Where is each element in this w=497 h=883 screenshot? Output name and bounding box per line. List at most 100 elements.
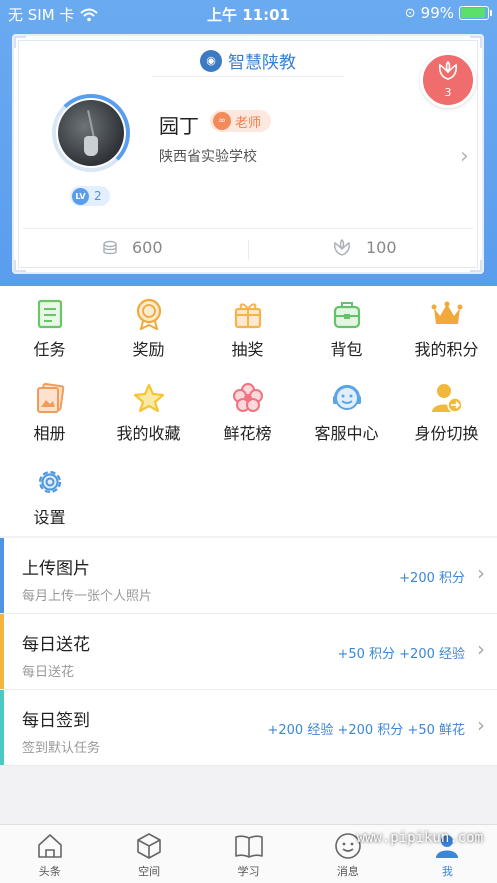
task-accent-bar xyxy=(0,614,4,689)
chevron-right-icon: › xyxy=(477,561,485,585)
tab-label: 头条 xyxy=(38,865,61,878)
task-list: 上传图片 每月上传一张个人照片 +200 积分 › 每日送花 每日送花 +50 … xyxy=(0,538,497,766)
gift-icon xyxy=(232,298,264,330)
grid-item-backpack[interactable]: 背包 xyxy=(297,286,396,366)
brand-divider xyxy=(152,76,344,77)
medal-icon xyxy=(133,298,165,330)
grid-item-reward[interactable]: 奖励 xyxy=(99,286,198,366)
task-reward: +50 积分 +200 经验 xyxy=(337,647,465,662)
corner-ornament xyxy=(470,36,482,48)
level-value: 2 xyxy=(94,189,102,203)
grid-item-switch-identity[interactable]: 身份切换 xyxy=(396,370,497,450)
grid-item-flower-rank[interactable]: 鲜花榜 xyxy=(198,370,297,450)
task-icon xyxy=(34,298,66,330)
book-icon xyxy=(234,831,264,861)
coins-stat[interactable]: 600 xyxy=(102,238,163,257)
crown-icon xyxy=(431,298,463,330)
coins-value: 600 xyxy=(132,238,163,257)
role-badge: ∞ 老师 xyxy=(210,110,272,132)
chevron-right-icon: › xyxy=(477,637,485,661)
grid-label: 我的收藏 xyxy=(116,424,181,443)
watermark: www.pipikun.com xyxy=(356,830,483,846)
task-description: 签到默认任务 xyxy=(22,741,101,756)
status-right: ⊙ 99% xyxy=(404,4,492,22)
grid-label: 客服中心 xyxy=(314,424,379,443)
status-bar: 无 SIM 卡 上午 11:01 ⊙ 99% xyxy=(0,0,497,28)
grid-item-support[interactable]: 客服中心 xyxy=(297,370,396,450)
stat-separator xyxy=(248,240,249,260)
tab-study[interactable]: 学习 xyxy=(199,825,298,883)
school-name: 陕西省实验学校 xyxy=(159,149,257,165)
battery-icon xyxy=(459,6,492,20)
flower-count: 3 xyxy=(444,86,452,99)
corner-ornament xyxy=(470,260,482,272)
grid-label: 抽奖 xyxy=(231,340,264,359)
task-reward: +200 积分 xyxy=(399,571,465,586)
battery-percent: 99% xyxy=(420,4,454,22)
role-label: 老师 xyxy=(235,115,262,131)
grid-label: 鲜花榜 xyxy=(223,424,272,443)
task-accent-bar xyxy=(0,538,4,613)
task-row-upload-photo[interactable]: 上传图片 每月上传一张个人照片 +200 积分 › xyxy=(0,538,497,614)
glasses-icon: ∞ xyxy=(213,112,231,130)
grid-item-points[interactable]: 我的积分 xyxy=(396,286,497,366)
corner-ornament xyxy=(14,36,26,48)
task-title: 上传图片 xyxy=(22,559,90,579)
task-accent-bar xyxy=(0,690,4,765)
album-icon xyxy=(34,382,66,414)
backpack-icon xyxy=(331,298,363,330)
corner-ornament xyxy=(14,260,26,272)
task-description: 每月上传一张个人照片 xyxy=(22,589,153,604)
tab-label: 空间 xyxy=(138,865,161,878)
flowers-value: 100 xyxy=(366,238,397,257)
brand-logo-icon: ◉ xyxy=(200,49,222,72)
tab-headlines[interactable]: 头条 xyxy=(0,825,99,883)
flower-badge[interactable]: 3 xyxy=(420,52,476,108)
task-row-daily-flower[interactable]: 每日送花 每日送花 +50 积分 +200 经验 › xyxy=(0,614,497,690)
user-name: 园丁 xyxy=(159,114,199,138)
coins-icon xyxy=(103,240,117,254)
flower-icon xyxy=(423,60,473,86)
level-badge: LV 2 xyxy=(70,186,110,206)
headset-icon xyxy=(331,382,363,414)
chevron-right-icon: › xyxy=(477,713,485,737)
grid-item-favorites[interactable]: 我的收藏 xyxy=(99,370,198,450)
switch-user-icon xyxy=(431,382,463,414)
chevron-right-icon[interactable]: › xyxy=(460,144,469,169)
brand-name: 智慧陕教 xyxy=(228,53,296,73)
task-reward: +200 经验 +200 积分 +50 鲜花 xyxy=(267,723,465,738)
tab-label: 消息 xyxy=(336,865,359,878)
orientation-lock-icon: ⊙ xyxy=(404,5,416,21)
task-row-daily-checkin[interactable]: 每日签到 签到默认任务 +200 经验 +200 积分 +50 鲜花 › xyxy=(0,690,497,766)
grid-item-album[interactable]: 相册 xyxy=(0,370,99,450)
task-description: 每日送花 xyxy=(22,665,75,680)
cube-icon xyxy=(134,831,164,861)
tab-label: 学习 xyxy=(237,865,260,878)
grid-item-settings[interactable]: 设置 xyxy=(0,454,99,534)
grid-label: 奖励 xyxy=(132,340,165,359)
grid-item-lottery[interactable]: 抽奖 xyxy=(198,286,297,366)
flower-outline-icon xyxy=(334,238,350,256)
card-divider xyxy=(22,228,474,229)
grid-label: 相册 xyxy=(33,424,66,443)
grid-label: 任务 xyxy=(33,340,66,359)
grid-item-task[interactable]: 任务 xyxy=(0,286,99,366)
flowers-stat[interactable]: 100 xyxy=(332,238,397,257)
grid-label: 我的积分 xyxy=(414,340,479,359)
grid-label: 设置 xyxy=(33,508,66,527)
star-icon xyxy=(133,382,165,414)
grid-label: 身份切换 xyxy=(414,424,479,443)
brand-header: ◉ 智慧陕教 xyxy=(12,48,484,73)
profile-card: ◉ 智慧陕教 3 LV 2 园丁 ∞ 老师 陕西省实验学校 › 600 100 xyxy=(12,34,484,274)
home-icon xyxy=(35,831,65,861)
tab-label: 我 xyxy=(441,865,453,878)
feature-grid: 任务 奖励 抽奖 背包 我的积分 相册 我的收藏 鲜花榜 客服中心 身份切换 设… xyxy=(0,286,497,536)
level-icon: LV xyxy=(72,187,89,205)
tab-space[interactable]: 空间 xyxy=(99,825,198,883)
flower-icon xyxy=(232,382,264,414)
grid-label: 背包 xyxy=(330,340,363,359)
gear-icon xyxy=(34,466,66,498)
task-title: 每日送花 xyxy=(22,635,90,655)
avatar[interactable] xyxy=(58,100,124,166)
task-title: 每日签到 xyxy=(22,711,90,731)
